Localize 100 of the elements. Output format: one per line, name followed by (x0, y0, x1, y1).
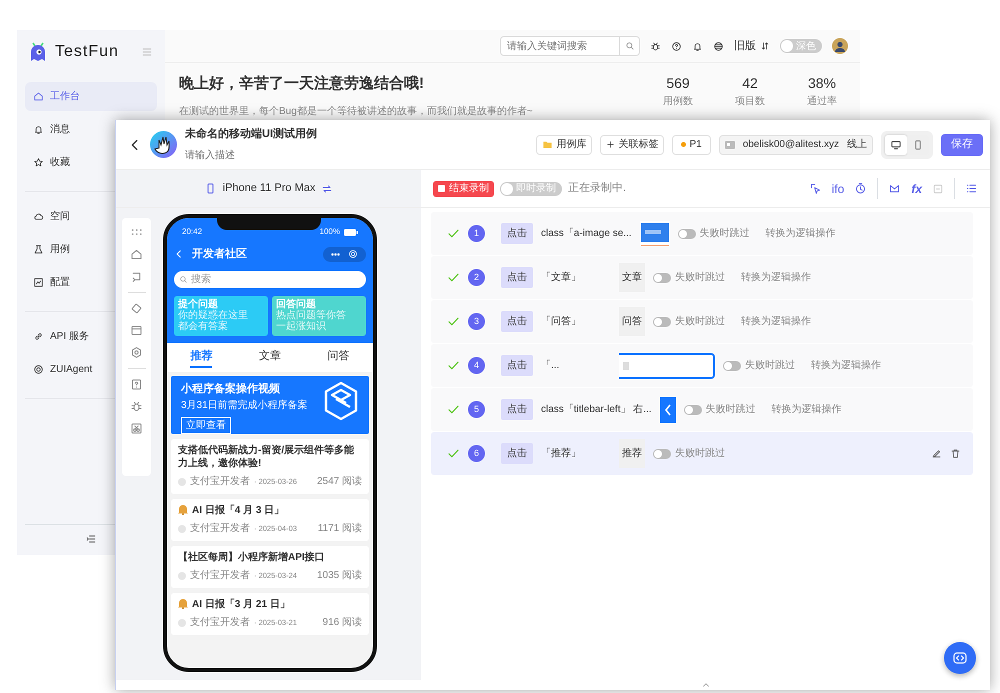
step-target: class「a-image se... (541, 226, 632, 241)
tag-button[interactable]: 关联标签 (600, 134, 664, 154)
author-avatar (178, 618, 186, 626)
capsule-menu[interactable] (323, 246, 366, 262)
sidebar-item[interactable]: 收藏 (25, 148, 157, 177)
globe-icon[interactable] (713, 40, 724, 52)
link-icon (33, 331, 44, 342)
element-preview: 文章 (619, 263, 645, 292)
article-title: 【社区每周】小程序新增API接口 (178, 551, 325, 564)
home-icon[interactable] (130, 248, 143, 261)
tab[interactable]: 推荐 (190, 342, 212, 368)
stat-value: 38% (806, 74, 838, 93)
tab[interactable]: 文章 (258, 342, 281, 368)
status-time: 20:42 (182, 226, 202, 238)
step-number: 2 (468, 269, 485, 286)
author-name: 支付宝开发者 (190, 522, 250, 536)
help-icon[interactable] (671, 40, 682, 52)
edit-icon[interactable] (931, 448, 942, 459)
bell-icon (178, 598, 188, 609)
condition-tool[interactable]: ifo (828, 180, 848, 198)
shortcut-text: 一起涨知识 (276, 320, 327, 332)
mail-icon[interactable] (888, 182, 902, 195)
priority-button[interactable]: P1 (672, 134, 711, 154)
sidebar-item[interactable]: 工作台 (25, 82, 157, 111)
author-name: 支付宝开发者 (190, 568, 250, 583)
sidebar-item[interactable]: ZUIAgent (25, 355, 157, 384)
sidebar-item[interactable]: 用例 (25, 235, 157, 264)
view-mode-button[interactable] (885, 134, 907, 154)
sidebar-item[interactable]: 消息 (25, 115, 157, 144)
sort-icon[interactable] (760, 41, 770, 51)
stat-label: 通过率 (806, 94, 838, 109)
bug-icon[interactable] (650, 40, 661, 52)
list-icon[interactable] (965, 182, 978, 195)
library-button[interactable]: 用例库 (536, 134, 592, 154)
recording-status: 正在录制中. (568, 181, 626, 196)
search-icon (624, 41, 634, 51)
step-number: 5 (468, 401, 485, 418)
timer-icon[interactable] (854, 182, 868, 195)
shortcut-text: 你的疑惑在这里 (178, 310, 249, 320)
agent-icon (33, 364, 44, 375)
search-field[interactable]: 请输入关键词搜索 (500, 36, 620, 56)
battery-text: 100% (320, 226, 340, 238)
promo-banner[interactable]: 小程序备案操作视频 3月31日前需完成小程序备案 立即查看 (171, 376, 369, 434)
stat-label: 用例数 (662, 95, 694, 109)
promo-subtitle: 3月31日前需完成小程序备案 (181, 398, 308, 412)
account-selector[interactable]: obelisk00@alitest.xyz 线上 (718, 134, 873, 154)
promo-button[interactable]: 立即查看 (181, 416, 231, 434)
bell-icon (33, 124, 44, 135)
account-text: obelisk00@alitest.xyz (742, 138, 839, 152)
description-field[interactable]: 请输入描述 (185, 148, 317, 162)
stat-value: 569 (665, 74, 691, 93)
delete-icon[interactable] (950, 448, 961, 459)
page-title: 开发者社区 (192, 246, 248, 262)
author-avatar (178, 572, 186, 580)
step-target: 「... (541, 358, 560, 373)
scissors-icon[interactable] (130, 422, 143, 435)
save-button[interactable]: 保存 (941, 134, 983, 156)
article-title: AI 日报「4 月 3 日」 (192, 504, 284, 517)
sidebar-item[interactable]: API 服务 (25, 322, 157, 351)
step-target: 「问答」 (541, 314, 582, 329)
article-title: 支搭低代码新战力-留资/展示组件等多能力上线，邀你体验! (178, 444, 356, 470)
star-icon (33, 157, 44, 168)
search-button[interactable] (620, 36, 640, 56)
cloud-icon (33, 211, 44, 222)
swap-icon[interactable] (321, 182, 334, 194)
step-target: 「文章」 (541, 270, 582, 285)
read-count: 1035 阅读 (316, 568, 362, 583)
old-version-link[interactable]: 旧版 (734, 38, 756, 54)
element-thumbnail (640, 220, 670, 246)
code-button[interactable] (944, 642, 976, 674)
plus-icon (606, 140, 616, 149)
action-tag: 点击 (501, 399, 533, 420)
settings-icon[interactable] (130, 346, 143, 359)
author-name: 支付宝开发者 (190, 616, 250, 630)
search-icon (179, 274, 188, 284)
more-icon (331, 252, 340, 256)
pointer-icon[interactable] (808, 182, 822, 195)
article-title: AI 日报「3 月 21 日」 (192, 598, 290, 611)
rotate-icon[interactable] (130, 302, 143, 315)
collapse-icon[interactable] (85, 533, 97, 545)
home-icon (33, 91, 44, 102)
stat-value: 42 (741, 74, 759, 93)
tab[interactable]: 问答 (328, 342, 350, 368)
window-icon[interactable] (130, 324, 143, 337)
return-icon[interactable] (130, 270, 143, 283)
sidebar-item[interactable]: 配置 (25, 268, 157, 297)
step-row[interactable]: 6 点击 「推荐」 推荐 失败时跳过 (431, 432, 973, 475)
action-tag: 点击 (501, 355, 533, 376)
sidebar-item[interactable]: 空间 (25, 202, 157, 231)
stop-recording-button[interactable]: 结束录制 (433, 180, 494, 196)
shortcut-text: 热点问题等你答 (276, 310, 347, 320)
greeting-title: 晚上好，辛苦了一天注意劳逸结合哦! (179, 74, 425, 94)
function-tool[interactable]: fx (907, 180, 926, 198)
flask-icon (33, 244, 44, 255)
hexagon-logo (323, 381, 359, 421)
step-number: 6 (468, 445, 485, 462)
bell-icon[interactable] (692, 40, 703, 52)
step-number: 4 (468, 357, 485, 374)
step-target: class「titlebar-left」 右... (541, 402, 652, 417)
read-count: 916 阅读 (322, 616, 362, 630)
